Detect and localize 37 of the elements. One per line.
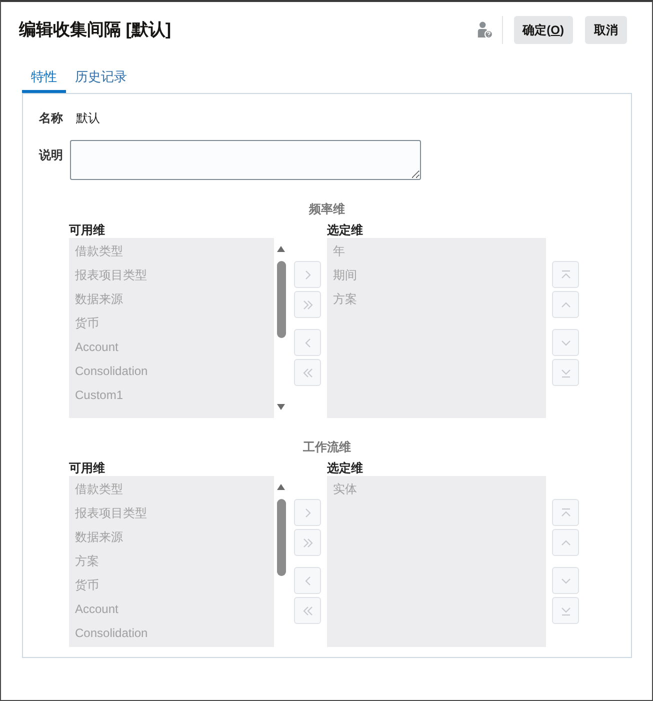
double-chevron-right-icon <box>302 300 312 310</box>
chevron-down-icon <box>560 576 570 586</box>
chevron-left-icon <box>302 576 312 586</box>
section-title: 工作流维 <box>303 439 351 455</box>
name-label: 名称 <box>39 111 63 125</box>
dialog-title: 编辑收集间隔 [默认] <box>19 19 172 41</box>
tab[interactable]: 特性 <box>22 60 66 93</box>
chevron-up-icon <box>560 538 570 548</box>
section-title: 频率维 <box>309 201 345 217</box>
list-header: 可用维 <box>69 223 105 237</box>
user-help-icon[interactable] <box>476 21 493 39</box>
tab[interactable]: 历史记录 <box>66 60 136 93</box>
move-top-icon <box>560 508 570 518</box>
scroll-up-icon[interactable] <box>277 484 285 490</box>
list-header: 选定维 <box>327 223 363 237</box>
chevron-left-icon <box>302 338 312 348</box>
scrollbar-thumb[interactable] <box>276 261 286 338</box>
name-value: 默认 <box>76 111 100 125</box>
description-field[interactable] <box>70 140 421 180</box>
move-bottom-icon <box>560 606 570 616</box>
chevron-down-icon <box>560 338 570 348</box>
cancel-button[interactable]: 取消 <box>585 16 627 44</box>
move-bottom-icon <box>560 368 570 378</box>
move-top-icon <box>560 270 570 280</box>
chevron-up-icon <box>560 300 570 310</box>
chevron-right-icon <box>302 508 312 518</box>
list-header: 选定维 <box>327 461 363 475</box>
list-header: 可用维 <box>69 461 105 475</box>
chevron-right-icon <box>302 270 312 280</box>
scroll-down-icon[interactable] <box>277 404 285 410</box>
double-chevron-left-icon <box>302 368 312 378</box>
scroll-up-icon[interactable] <box>277 246 285 252</box>
scrollbar-thumb[interactable] <box>276 499 286 576</box>
ok-button[interactable]: 确定(O) <box>514 16 573 44</box>
description-label: 说明 <box>39 148 63 162</box>
double-chevron-right-icon <box>302 538 312 548</box>
double-chevron-left-icon <box>302 606 312 616</box>
